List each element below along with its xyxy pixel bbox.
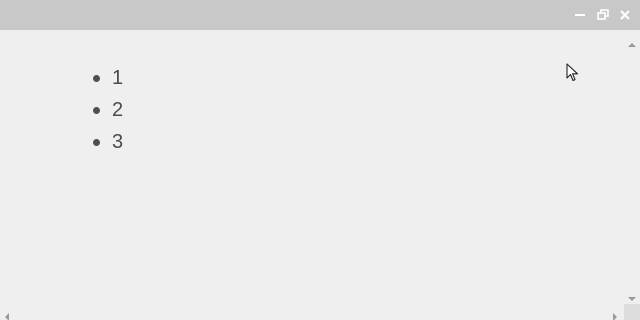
vertical-scrollbar[interactable]: [624, 30, 640, 304]
list-item: 2: [0, 94, 200, 126]
list-item-text: 2: [112, 99, 124, 121]
browser-window: 1 2 3: [0, 0, 640, 320]
bullet-icon: [93, 139, 100, 146]
page-content: 1 2 3: [0, 30, 624, 304]
horizontal-scrollbar[interactable]: [0, 304, 624, 320]
restore-button[interactable]: [596, 8, 610, 22]
title-bar[interactable]: [0, 0, 640, 30]
close-icon: [618, 8, 632, 22]
scrollbar-corner: [624, 304, 640, 320]
scroll-up-arrow-icon[interactable]: [628, 35, 636, 47]
scroll-down-arrow-icon[interactable]: [628, 289, 636, 301]
list-item: 1: [0, 62, 200, 94]
minimize-button[interactable]: [573, 8, 587, 22]
restore-icon: [596, 8, 610, 22]
scroll-left-arrow-icon[interactable]: [4, 308, 10, 320]
list-item-text: 3: [112, 131, 124, 153]
bullet-icon: [93, 75, 100, 82]
close-button[interactable]: [618, 8, 632, 22]
bulleted-list: 1 2 3: [0, 62, 200, 158]
scroll-right-arrow-icon[interactable]: [612, 308, 618, 320]
bullet-icon: [93, 107, 100, 114]
mouse-pointer-icon: [566, 63, 580, 83]
minimize-icon: [573, 8, 587, 22]
list-item-text: 1: [112, 67, 124, 89]
list-item: 3: [0, 126, 200, 158]
